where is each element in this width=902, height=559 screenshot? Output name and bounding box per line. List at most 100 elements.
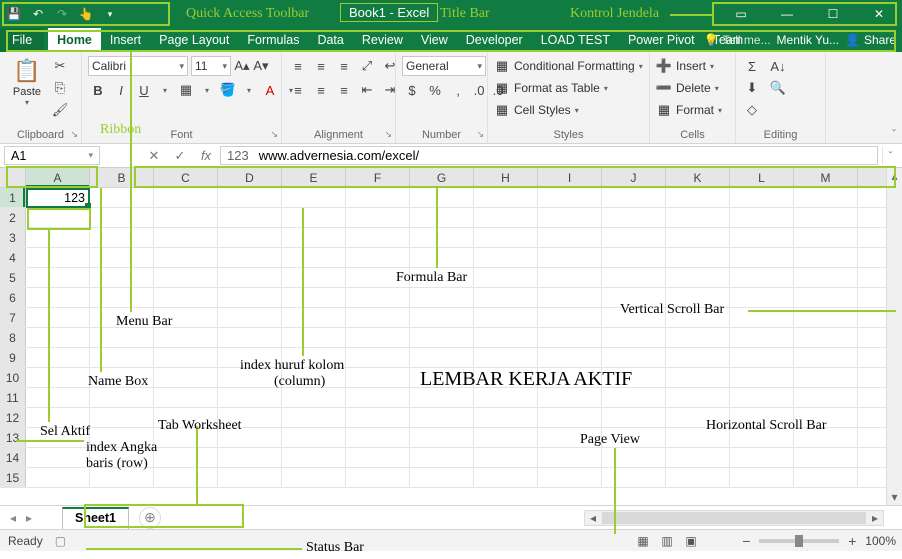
cell-E5[interactable] xyxy=(282,268,346,287)
font-launcher-icon[interactable]: ↘ xyxy=(270,129,278,140)
cell-B12[interactable] xyxy=(90,408,154,427)
cell-E4[interactable] xyxy=(282,248,346,267)
maximize-icon[interactable]: ☐ xyxy=(810,0,856,28)
cell-H14[interactable] xyxy=(474,448,538,467)
align-left-icon[interactable]: ≡ xyxy=(288,80,308,100)
cell-C11[interactable] xyxy=(154,388,218,407)
cell-D1[interactable] xyxy=(218,188,282,207)
tab-review[interactable]: Review xyxy=(353,28,412,52)
cell-L11[interactable] xyxy=(730,388,794,407)
cell-A4[interactable] xyxy=(26,248,90,267)
cell-K2[interactable] xyxy=(666,208,730,227)
sheet-tab-sheet1[interactable]: Sheet1 xyxy=(62,507,129,529)
row-header-10[interactable]: 10 xyxy=(0,368,26,387)
cell-F11[interactable] xyxy=(346,388,410,407)
cell-K1[interactable] xyxy=(666,188,730,207)
borders-icon[interactable]: ▦ xyxy=(176,80,196,100)
page-layout-view-icon[interactable]: ▥ xyxy=(656,532,678,550)
tab-powerpivot[interactable]: Power Pivot xyxy=(619,28,704,52)
cell-I12[interactable] xyxy=(538,408,602,427)
formula-bar[interactable]: 123 www.advernesia.com/excel/ xyxy=(220,146,878,165)
cell-L4[interactable] xyxy=(730,248,794,267)
sheet-nav-next-icon[interactable]: ▸ xyxy=(22,511,36,525)
tab-developer[interactable]: Developer xyxy=(457,28,532,52)
cell-H1[interactable] xyxy=(474,188,538,207)
fill-color-icon[interactable]: 🪣 xyxy=(218,80,238,100)
cell-A10[interactable] xyxy=(26,368,90,387)
cell-H6[interactable] xyxy=(474,288,538,307)
col-header-A[interactable]: A xyxy=(26,168,90,187)
align-bottom-icon[interactable]: ≡ xyxy=(334,56,354,76)
col-header-K[interactable]: K xyxy=(666,168,730,187)
col-header-F[interactable]: F xyxy=(346,168,410,187)
cell-C1[interactable] xyxy=(154,188,218,207)
cell-F9[interactable] xyxy=(346,348,410,367)
undo-icon[interactable]: ↶ xyxy=(28,3,48,25)
font-size-combo[interactable]: 11▾ xyxy=(191,56,231,76)
cell-J5[interactable] xyxy=(602,268,666,287)
paste-button[interactable]: 📋 Paste ▾ xyxy=(6,56,48,107)
font-color-icon[interactable]: A xyxy=(260,80,280,100)
cell-F4[interactable] xyxy=(346,248,410,267)
touch-mode-icon[interactable]: 👆 xyxy=(76,3,96,25)
cell-H7[interactable] xyxy=(474,308,538,327)
cell-I4[interactable] xyxy=(538,248,602,267)
scroll-up-icon[interactable]: ▴ xyxy=(887,168,902,184)
cell-E2[interactable] xyxy=(282,208,346,227)
cell-G1[interactable] xyxy=(410,188,474,207)
tab-formulas[interactable]: Formulas xyxy=(238,28,308,52)
cell-M4[interactable] xyxy=(794,248,858,267)
row-header-7[interactable]: 7 xyxy=(0,308,26,327)
col-header-I[interactable]: I xyxy=(538,168,602,187)
cell-L2[interactable] xyxy=(730,208,794,227)
scroll-right-icon[interactable]: ▸ xyxy=(867,511,883,525)
font-name-combo[interactable]: Calibri▾ xyxy=(88,56,188,76)
cell-M5[interactable] xyxy=(794,268,858,287)
cell-G14[interactable] xyxy=(410,448,474,467)
cell-M11[interactable] xyxy=(794,388,858,407)
cell-L3[interactable] xyxy=(730,228,794,247)
cell-C5[interactable] xyxy=(154,268,218,287)
cell-H15[interactable] xyxy=(474,468,538,487)
cell-I6[interactable] xyxy=(538,288,602,307)
number-format-combo[interactable]: General▾ xyxy=(402,56,486,76)
cell-M8[interactable] xyxy=(794,328,858,347)
row-header-2[interactable]: 2 xyxy=(0,208,26,227)
decrease-indent-icon[interactable]: ⇤ xyxy=(357,80,377,100)
col-header-B[interactable]: B xyxy=(90,168,154,187)
cell-H8[interactable] xyxy=(474,328,538,347)
cell-C3[interactable] xyxy=(154,228,218,247)
tab-home[interactable]: Home xyxy=(48,28,101,52)
cell-J15[interactable] xyxy=(602,468,666,487)
cell-E3[interactable] xyxy=(282,228,346,247)
row-header-6[interactable]: 6 xyxy=(0,288,26,307)
cell-H12[interactable] xyxy=(474,408,538,427)
cell-A6[interactable] xyxy=(26,288,90,307)
autosum-icon[interactable]: Σ xyxy=(742,56,762,76)
increase-font-icon[interactable]: A▴ xyxy=(234,56,250,76)
cell-J1[interactable] xyxy=(602,188,666,207)
tab-view[interactable]: View xyxy=(412,28,457,52)
cell-G4[interactable] xyxy=(410,248,474,267)
orientation-icon[interactable]: ⤢ xyxy=(357,56,377,76)
cell-A1[interactable]: 123 xyxy=(26,188,90,207)
row-header-5[interactable]: 5 xyxy=(0,268,26,287)
cell-D2[interactable] xyxy=(218,208,282,227)
zoom-handle[interactable] xyxy=(795,535,803,547)
cell-K3[interactable] xyxy=(666,228,730,247)
cell-styles-button[interactable]: ▦Cell Styles ▾ xyxy=(494,100,579,120)
vertical-scrollbar[interactable]: ▴ ▾ xyxy=(886,168,902,505)
cell-I9[interactable] xyxy=(538,348,602,367)
format-painter-icon[interactable]: 🖌 xyxy=(50,100,70,120)
cell-F14[interactable] xyxy=(346,448,410,467)
col-header-G[interactable]: G xyxy=(410,168,474,187)
cell-A5[interactable] xyxy=(26,268,90,287)
cell-C2[interactable] xyxy=(154,208,218,227)
cell-K9[interactable] xyxy=(666,348,730,367)
cell-M1[interactable] xyxy=(794,188,858,207)
cell-D3[interactable] xyxy=(218,228,282,247)
cell-E7[interactable] xyxy=(282,308,346,327)
bold-button[interactable]: B xyxy=(88,80,108,100)
cell-E12[interactable] xyxy=(282,408,346,427)
cell-M3[interactable] xyxy=(794,228,858,247)
